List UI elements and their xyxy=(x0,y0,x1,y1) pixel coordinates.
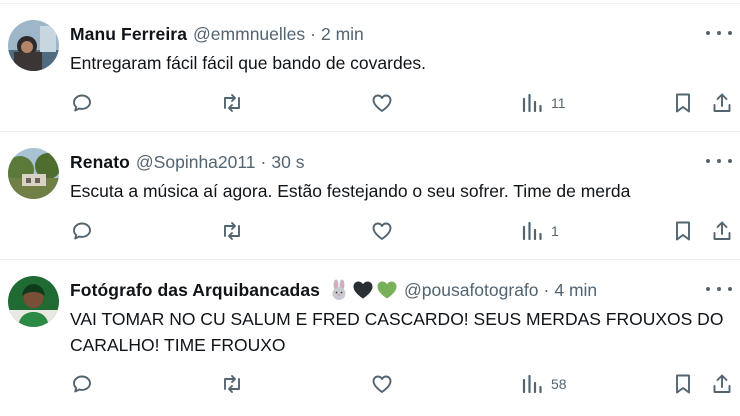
like-button[interactable] xyxy=(370,218,394,244)
share-icon xyxy=(710,372,734,396)
heart-icon xyxy=(370,219,394,243)
share-button[interactable] xyxy=(710,218,734,244)
timestamp[interactable]: 2 min xyxy=(321,24,364,45)
reply-icon xyxy=(70,372,94,396)
retweet-icon xyxy=(219,219,245,243)
green-heart-emoji xyxy=(376,279,398,301)
views-count: 11 xyxy=(551,95,566,111)
more-dots-icon[interactable] xyxy=(706,26,732,40)
share-button[interactable] xyxy=(710,371,734,397)
views-button[interactable]: 58 xyxy=(521,371,567,397)
more-dots-icon[interactable] xyxy=(706,282,732,296)
tweet-actions: 58 xyxy=(0,371,740,397)
tweet-text: VAI TOMAR NO CU SALUM E FRED CASCARDO! S… xyxy=(70,309,724,355)
more-dots-icon[interactable] xyxy=(706,154,732,168)
avatar[interactable] xyxy=(8,276,59,327)
tweet[interactable]: Fotógrafo das Arquibancadas @pousafotogr… xyxy=(0,260,740,416)
share-button[interactable] xyxy=(710,90,734,116)
views-bar-chart-icon xyxy=(521,92,543,114)
views-count: 1 xyxy=(551,223,559,239)
like-button[interactable] xyxy=(370,90,394,116)
tweet-text: Escuta a música aí agora. Estão festejan… xyxy=(70,181,631,201)
author-handle[interactable]: @pousafotografo xyxy=(404,280,539,301)
tweet[interactable]: Renato @Sopinha2011 · 30 s Escuta a músi… xyxy=(0,132,740,260)
bookmark-button[interactable] xyxy=(671,218,695,244)
author-name[interactable]: Renato xyxy=(70,152,130,173)
share-icon xyxy=(710,91,734,115)
views-count: 58 xyxy=(551,376,567,392)
reply-button[interactable] xyxy=(70,371,94,397)
author-handle[interactable]: @emmnuelles xyxy=(193,24,305,45)
tweet-header: Renato @Sopinha2011 · 30 s xyxy=(70,150,304,174)
tweet-actions: 11 xyxy=(0,90,740,116)
heart-icon xyxy=(370,372,394,396)
separator-dot: · xyxy=(310,23,316,44)
timestamp[interactable]: 30 s xyxy=(271,152,304,173)
heart-icon xyxy=(370,91,394,115)
views-bar-chart-icon xyxy=(521,373,543,395)
avatar[interactable] xyxy=(8,20,59,71)
reply-button[interactable] xyxy=(70,90,94,116)
bookmark-button[interactable] xyxy=(671,371,695,397)
separator-dot: · xyxy=(543,279,550,300)
tweet-header: Manu Ferreira @emmnuelles · 2 min xyxy=(70,22,364,46)
avatar[interactable] xyxy=(8,148,59,199)
reply-button[interactable] xyxy=(70,218,94,244)
tweet-actions: 1 xyxy=(0,218,740,244)
bookmark-icon xyxy=(671,219,695,243)
black-heart-emoji xyxy=(352,279,374,301)
author-handle[interactable]: @Sopinha2011 xyxy=(136,152,256,173)
like-button[interactable] xyxy=(370,371,394,397)
retweet-icon xyxy=(219,372,245,396)
author-name[interactable]: Fotógrafo das Arquibancadas xyxy=(70,280,320,301)
timestamp[interactable]: 4 min xyxy=(554,280,597,301)
tweet-text: Entregaram fácil fácil que bando de cova… xyxy=(70,53,427,73)
retweet-button[interactable] xyxy=(219,218,245,244)
bookmark-icon xyxy=(671,91,695,115)
share-icon xyxy=(710,219,734,243)
retweet-button[interactable] xyxy=(219,90,245,116)
retweet-button[interactable] xyxy=(219,371,245,397)
bookmark-icon xyxy=(671,372,695,396)
tweet-header: Fotógrafo das Arquibancadas @pousafotogr… xyxy=(70,278,597,302)
views-button[interactable]: 1 xyxy=(521,218,559,244)
separator-dot: · xyxy=(260,151,267,172)
rabbit-emoji xyxy=(328,279,350,301)
bookmark-button[interactable] xyxy=(671,90,695,116)
reply-icon xyxy=(70,219,94,243)
views-button[interactable]: 11 xyxy=(521,90,566,116)
tweet[interactable]: Manu Ferreira @emmnuelles · 2 min Entreg… xyxy=(0,4,740,132)
retweet-icon xyxy=(219,91,245,115)
author-name[interactable]: Manu Ferreira xyxy=(70,24,187,45)
views-bar-chart-icon xyxy=(521,220,543,242)
reply-icon xyxy=(70,91,94,115)
